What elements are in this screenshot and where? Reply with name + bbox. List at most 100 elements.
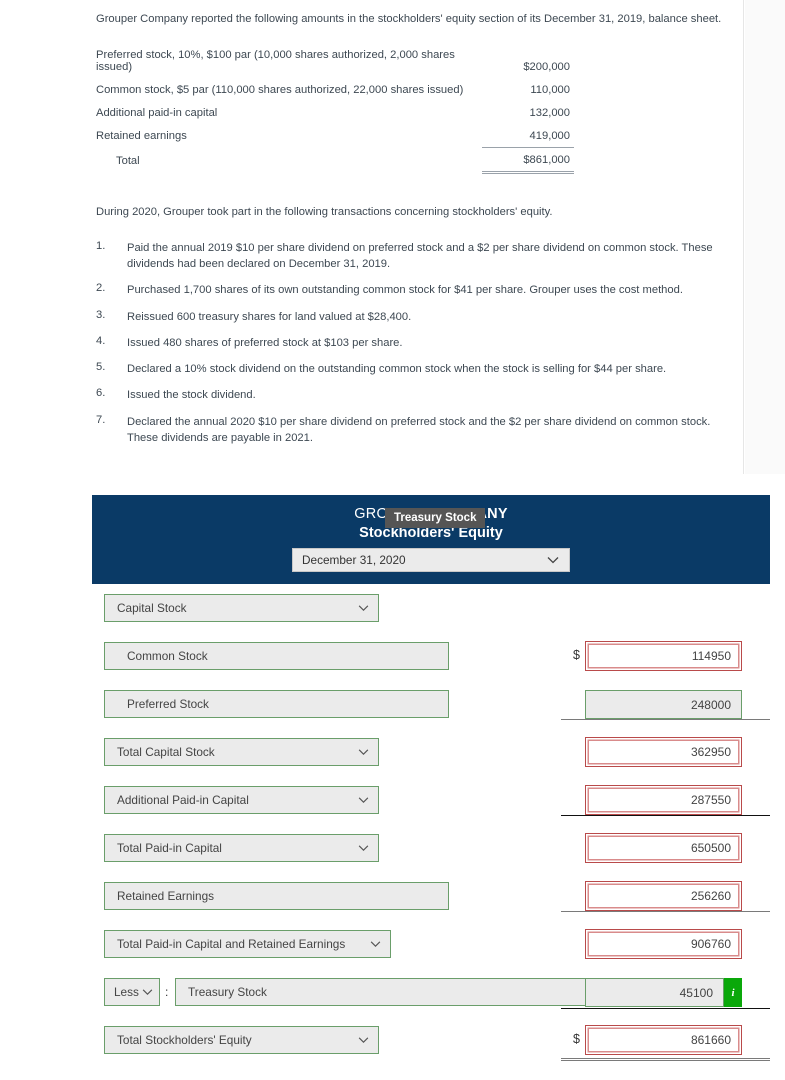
- table-row: Retained earnings 419,000: [96, 124, 574, 148]
- info-icon[interactable]: i: [724, 978, 742, 1007]
- input-retained-earnings-amount[interactable]: 256260: [585, 881, 742, 911]
- table-row: Additional paid-in capital 132,000: [96, 101, 574, 124]
- select-total-paid-in-capital[interactable]: Total Paid-in Capital: [104, 834, 379, 862]
- select-capital-stock[interactable]: Capital Stock: [104, 594, 379, 622]
- bs-label-2: Additional paid-in capital: [96, 106, 218, 119]
- statement-date-select[interactable]: December 31, 2020: [292, 548, 570, 572]
- common-stock-label: Common Stock: [127, 649, 208, 663]
- preferred-stock-label: Preferred Stock: [127, 697, 209, 711]
- chevron-down-icon: [358, 749, 369, 756]
- tooltip-treasury-stock: Treasury Stock: [385, 508, 486, 528]
- list-item: 7. Declared the annual 2020 $10 per shar…: [96, 414, 744, 446]
- row-total-paid-in-capital: Total Paid-in Capital 650500: [92, 832, 770, 880]
- during-2020-text: During 2020, Grouper took part in the fo…: [96, 206, 553, 218]
- txn-number: 5.: [96, 361, 106, 374]
- row-preferred-stock: Preferred Stock 248000: [92, 688, 770, 736]
- input-additional-paid-in-capital-amount[interactable]: 287550: [585, 785, 742, 815]
- select-total-stockholders-equity[interactable]: Total Stockholders' Equity: [104, 1026, 379, 1054]
- row-treasury-stock: Less : Treasury Stock 45100 i: [92, 976, 770, 1024]
- field-treasury-stock-label[interactable]: Treasury Stock: [175, 978, 620, 1006]
- row-total-capital-stock: Total Capital Stock 362950: [92, 736, 770, 784]
- stockholders-equity-statement: GROUPER COMPANY Stockholders' Equity Dec…: [92, 495, 770, 1072]
- input-total-paid-in-and-retained-amount[interactable]: 906760: [585, 929, 742, 959]
- total-stockholders-equity-label: Total Stockholders' Equity: [117, 1033, 252, 1047]
- list-item: 4. Issued 480 shares of preferred stock …: [96, 335, 744, 351]
- select-additional-paid-in-capital[interactable]: Additional Paid-in Capital: [104, 786, 379, 814]
- input-total-capital-stock-amount[interactable]: 362950: [585, 737, 742, 767]
- transactions-list: 1. Paid the annual 2019 $10 per share di…: [96, 240, 744, 456]
- row-common-stock: Common Stock $ 114950: [92, 640, 770, 688]
- statement-date-value: December 31, 2020: [302, 553, 406, 567]
- table-row: Preferred stock, 10%, $100 par (10,000 s…: [96, 43, 574, 78]
- txn-number: 7.: [96, 413, 106, 426]
- input-preferred-stock-amount[interactable]: 248000: [585, 690, 742, 719]
- page-right-gutter: [745, 0, 785, 474]
- row-total-paid-in-and-retained: Total Paid-in Capital and Retained Earni…: [92, 928, 770, 976]
- grand-total-underline: [561, 1058, 770, 1061]
- dollar-sign-common-stock: $: [573, 648, 580, 662]
- page-left-margin: [0, 0, 78, 474]
- retained-earnings-label: Retained Earnings: [117, 889, 215, 903]
- chevron-down-icon: [358, 845, 369, 852]
- row-total-stockholders-equity: Total Stockholders' Equity $ 861660: [92, 1024, 770, 1072]
- txn-text: Declared a 10% stock dividend on the out…: [127, 363, 667, 376]
- table-row: Common stock, $5 par (110,000 shares aut…: [96, 78, 574, 101]
- select-total-capital-stock[interactable]: Total Capital Stock: [104, 738, 379, 766]
- table-row-total: Total $861,000: [96, 147, 574, 174]
- problem-statement-card: Grouper Company reported the following a…: [78, 0, 744, 474]
- dollar-sign-total-equity: $: [573, 1032, 580, 1046]
- txn-text: Purchased 1,700 shares of its own outsta…: [127, 284, 683, 297]
- subtotal-underline: [561, 911, 770, 912]
- chevron-down-icon: [547, 556, 559, 564]
- field-preferred-stock-label[interactable]: Preferred Stock: [104, 690, 449, 718]
- bs-label-4: Total: [116, 155, 140, 167]
- select-total-paid-in-and-retained[interactable]: Total Paid-in Capital and Retained Earni…: [104, 930, 391, 958]
- txn-text: Paid the annual 2019 $10 per share divid…: [127, 242, 713, 271]
- input-common-stock-amount[interactable]: 114950: [585, 641, 742, 671]
- chevron-down-icon: [358, 1037, 369, 1044]
- chevron-down-icon: [358, 797, 369, 804]
- less-modifier-label: Less: [114, 985, 139, 999]
- statement-rows: Capital Stock Common Stock $ 114950 Pref…: [92, 584, 770, 1072]
- field-retained-earnings-label[interactable]: Retained Earnings: [104, 882, 449, 910]
- txn-number: 3.: [96, 308, 106, 321]
- list-item: 3. Reissued 600 treasury shares for land…: [96, 309, 744, 325]
- problem-intro-text: Grouper Company reported the following a…: [96, 13, 722, 25]
- bs-amount-2: 132,000: [529, 106, 570, 119]
- total-paid-in-and-retained-label: Total Paid-in Capital and Retained Earni…: [117, 937, 346, 951]
- select-less-modifier[interactable]: Less: [104, 978, 160, 1006]
- subtotal-underline: [561, 815, 770, 816]
- subtotal-underline: [561, 1008, 770, 1009]
- bs-label-3: Retained earnings: [96, 130, 187, 142]
- input-treasury-stock-amount[interactable]: 45100: [585, 978, 724, 1007]
- chevron-down-icon: [142, 989, 153, 996]
- input-total-paid-in-capital-amount[interactable]: 650500: [585, 833, 742, 863]
- total-capital-stock-label: Total Capital Stock: [117, 745, 215, 759]
- page-root: Grouper Company reported the following a…: [0, 0, 785, 1080]
- row-capital-stock: Capital Stock: [92, 592, 770, 640]
- txn-text: Issued the stock dividend.: [127, 389, 256, 402]
- input-total-stockholders-equity-amount[interactable]: 861660: [585, 1025, 742, 1055]
- bs-label-1: Common stock, $5 par (110,000 shares aut…: [96, 83, 464, 96]
- list-item: 6. Issued the stock dividend.: [96, 387, 744, 403]
- balance-sheet-table: Preferred stock, 10%, $100 par (10,000 s…: [96, 43, 574, 174]
- txn-number: 1.: [96, 240, 106, 252]
- list-item: 5. Declared a 10% stock dividend on the …: [96, 361, 744, 377]
- bs-amount-3: 419,000: [482, 124, 574, 148]
- txn-text: Declared the annual 2020 $10 per share d…: [127, 415, 711, 444]
- total-paid-in-capital-label: Total Paid-in Capital: [117, 841, 222, 855]
- list-item: 1. Paid the annual 2019 $10 per share di…: [96, 240, 744, 272]
- additional-paid-in-capital-label: Additional Paid-in Capital: [117, 793, 249, 807]
- txn-number: 6.: [96, 387, 106, 400]
- row-additional-paid-in-capital: Additional Paid-in Capital 287550: [92, 784, 770, 832]
- txn-number: 4.: [96, 334, 106, 347]
- colon-separator: :: [165, 985, 169, 999]
- treasury-stock-label: Treasury Stock: [188, 985, 267, 999]
- select-capital-stock-label: Capital Stock: [117, 601, 187, 615]
- list-item: 2. Purchased 1,700 shares of its own out…: [96, 282, 744, 298]
- field-common-stock-label[interactable]: Common Stock: [104, 642, 449, 670]
- bs-amount-1: 110,000: [530, 83, 570, 96]
- bs-amount-0: $200,000: [523, 60, 570, 73]
- subtotal-underline: [561, 719, 770, 720]
- bs-amount-4: $861,000: [482, 147, 574, 174]
